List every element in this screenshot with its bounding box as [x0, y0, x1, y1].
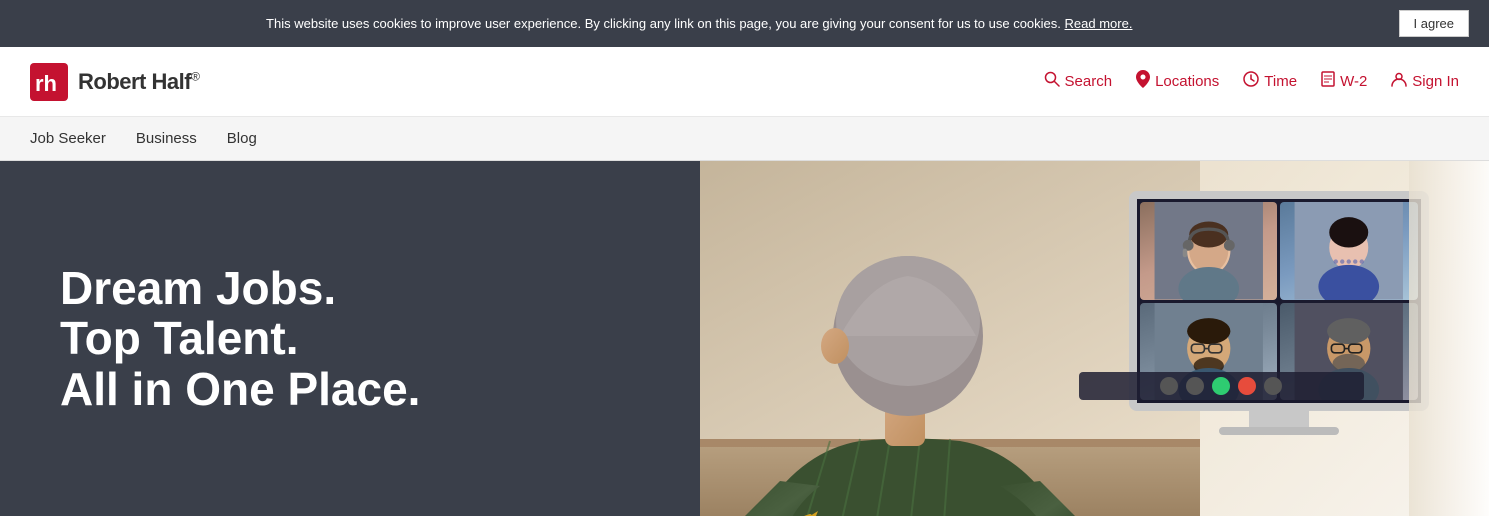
ctrl-accept: [1212, 377, 1230, 395]
hero-section: Dream Jobs. Top Talent. All in One Place…: [0, 161, 1489, 516]
logo-icon: rh: [30, 63, 68, 101]
nav-signin[interactable]: Sign In: [1391, 71, 1459, 92]
sub-nav: Job Seeker Business Blog: [0, 117, 1489, 161]
logo[interactable]: rh Robert Half®: [30, 63, 199, 101]
time-label: Time: [1264, 73, 1297, 90]
video-cell-1: [1140, 202, 1278, 300]
subnav-blog[interactable]: Blog: [227, 120, 257, 157]
ctrl-camera: [1186, 377, 1204, 395]
hero-text-panel: Dream Jobs. Top Talent. All in One Place…: [0, 161, 700, 516]
hero-heading: Dream Jobs. Top Talent. All in One Place…: [60, 263, 420, 415]
cookie-read-more-link[interactable]: Read more.: [1065, 16, 1133, 31]
cookie-text: This website uses cookies to improve use…: [266, 16, 1061, 31]
cookie-message: This website uses cookies to improve use…: [20, 16, 1379, 31]
nav-locations[interactable]: Locations: [1136, 70, 1219, 93]
logo-trademark: ®: [191, 69, 199, 83]
location-icon: [1136, 70, 1150, 93]
ctrl-mic: [1160, 377, 1178, 395]
subnav-business[interactable]: Business: [136, 120, 197, 157]
monitor-base: [1219, 427, 1339, 435]
nav-time[interactable]: Time: [1243, 71, 1297, 92]
cookie-agree-button[interactable]: I agree: [1399, 10, 1469, 37]
w2-icon: [1321, 71, 1335, 92]
hero-background: [700, 161, 1489, 516]
hero-text: Dream Jobs. Top Talent. All in One Place…: [60, 263, 420, 415]
w2-label: W-2: [1340, 73, 1367, 90]
person-silhouette: [700, 161, 1200, 516]
logo-name: Robert Half: [78, 69, 191, 94]
window-light: [1409, 161, 1489, 516]
locations-label: Locations: [1155, 73, 1219, 90]
video-cell-2: [1280, 202, 1418, 300]
ctrl-more: [1264, 377, 1282, 395]
hero-image-panel: [700, 161, 1489, 516]
subnav-job-seeker[interactable]: Job Seeker: [30, 120, 106, 157]
hero-line2: Top Talent.: [60, 312, 299, 364]
nav-w2[interactable]: W-2: [1321, 71, 1367, 92]
nav-search[interactable]: Search: [1044, 71, 1113, 92]
signin-label: Sign In: [1412, 73, 1459, 90]
call-controls-bar: [1079, 372, 1364, 400]
site-header: rh Robert Half® Search Locations: [0, 47, 1489, 117]
search-label: Search: [1065, 73, 1113, 90]
hero-line3: All in One Place.: [60, 363, 420, 415]
logo-text: Robert Half®: [78, 69, 199, 95]
search-icon: [1044, 71, 1060, 92]
signin-icon: [1391, 71, 1407, 92]
cookie-banner: This website uses cookies to improve use…: [0, 0, 1489, 47]
top-nav: Search Locations Time: [1044, 70, 1459, 93]
monitor: [1129, 191, 1429, 435]
svg-text:rh: rh: [35, 71, 57, 96]
hero-line1: Dream Jobs.: [60, 262, 336, 314]
time-icon: [1243, 71, 1259, 92]
ctrl-decline: [1238, 377, 1256, 395]
monitor-stand: [1249, 411, 1309, 427]
